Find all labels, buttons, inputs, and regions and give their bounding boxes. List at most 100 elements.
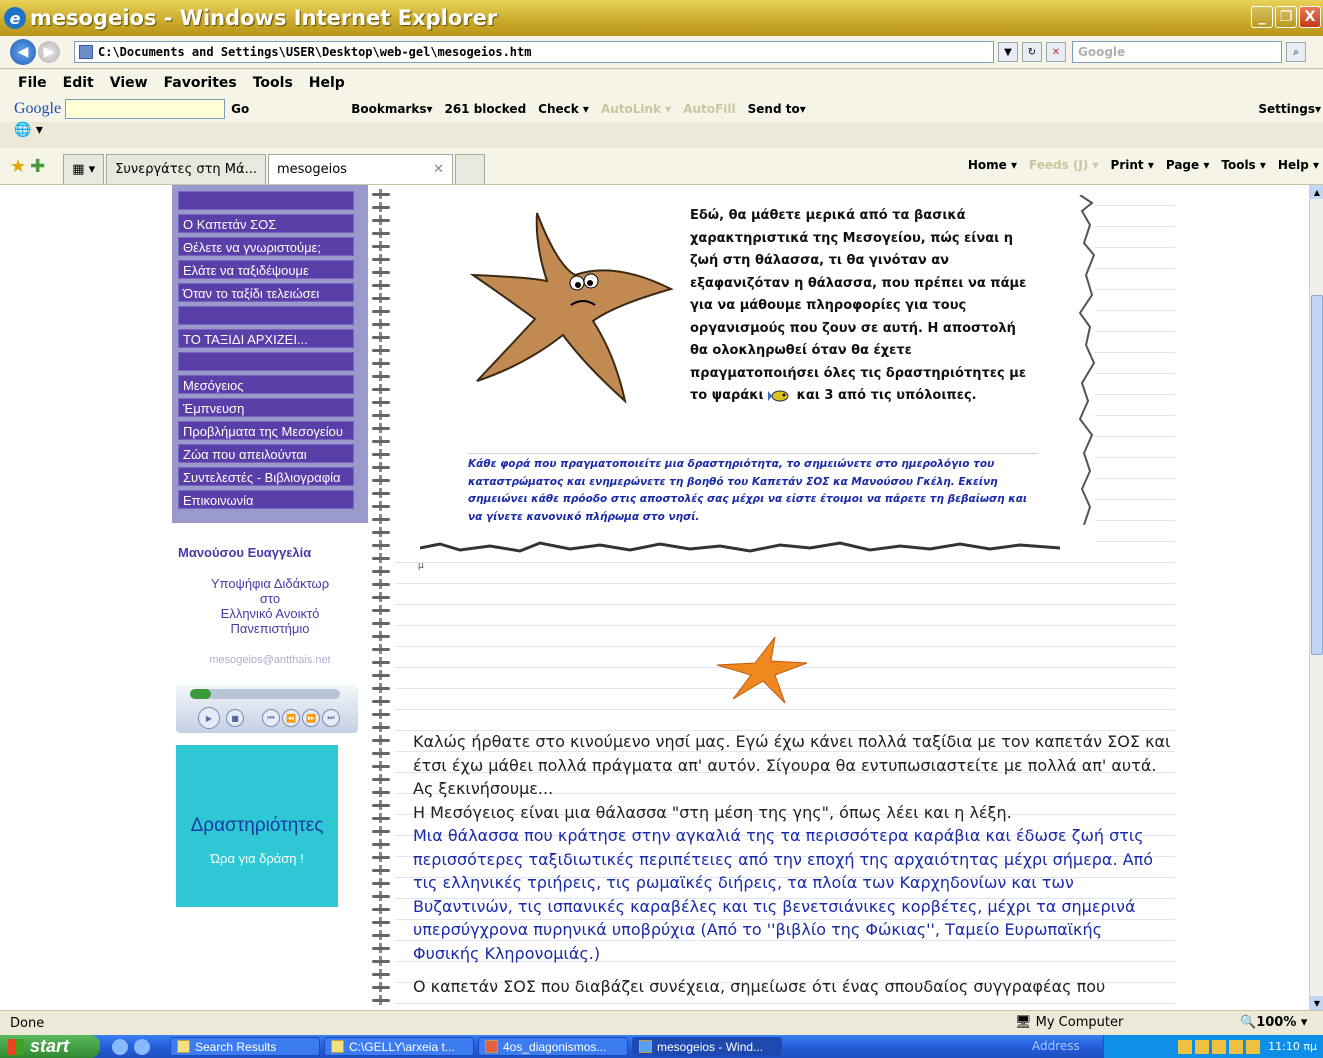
address-dropdown-button[interactable]: ▼ [998,42,1018,62]
spiral-ring [370,969,392,979]
media-player: ▶ ■ ⏮ ⏪ ⏩ ⏭ [176,685,358,733]
taskbar-button-powerpoint[interactable]: 4os_diagonismos... [478,1037,628,1056]
player-seek-fill [190,689,211,699]
forward-button[interactable]: ▶ [38,41,60,63]
favorites-star-icon[interactable]: ★ [10,156,26,177]
sidebar-menu-item[interactable]: Θέλετε να γνωριστούμε; [178,237,354,256]
close-tab-icon[interactable]: ✕ [433,162,444,177]
sidebar-menu-item[interactable]: ΤΟ ΤΑΞΙΔΙ ΑΡΧΙΖΕΙ... [178,329,354,348]
maximize-button[interactable]: ❐ [1275,6,1297,28]
activities-link-box[interactable]: Δραστηριότητες Ώρα για δράση ! [176,745,338,907]
minimize-button[interactable]: _ [1251,6,1273,28]
new-tab-button[interactable] [454,154,485,184]
help-menu-button[interactable]: Help ▾ [1278,158,1319,172]
menu-bar: File Edit View Favorites Tools Help [0,70,1323,96]
play-icon[interactable]: ▶ [198,707,220,729]
tab-partners[interactable]: Συνεργάτες στη Μά... [106,154,266,184]
prev-icon[interactable]: ⏮ [262,709,280,727]
starfish-illustration [469,212,674,404]
sidebar-menu-item[interactable]: Ο Καπετάν ΣΟΣ [178,214,354,233]
spellcheck-button[interactable]: Check ▾ [538,102,589,116]
stop-button[interactable]: ✕ [1046,42,1066,62]
sidebar-menu-item[interactable]: Συντελεστές - Βιβλιογραφία [178,467,354,486]
google-search-input[interactable] [65,99,226,119]
spiral-ring [370,423,392,433]
next-icon[interactable]: ⏭ [322,709,340,727]
settings-button[interactable]: Settings▾ [1258,102,1321,116]
author-email-link[interactable]: mesogeios@antthais.net [172,654,368,666]
sidebar-menu-item[interactable]: Μεσόγειος [178,375,354,394]
search-input[interactable]: Google [1072,41,1282,63]
author-role-line: Υποψήφια Διδάκτωρ [210,576,330,591]
popup-blocked-button[interactable]: 261 blocked [444,102,526,116]
menu-edit[interactable]: Edit [63,75,94,91]
spiral-ring [370,709,392,719]
windows-logo-icon [8,1038,24,1055]
ie-icon [639,1040,652,1053]
search-button[interactable]: ⌕ [1286,42,1306,62]
taskbar-button-ie[interactable]: mesogeios - Wind... [632,1037,782,1056]
scroll-up-icon[interactable]: ▲ [1310,185,1323,199]
rewind-icon[interactable]: ⏪ [282,709,300,727]
spiral-ring [370,189,392,199]
start-button[interactable]: start [0,1035,100,1058]
autofill-button[interactable]: AutoFill [683,102,735,116]
menu-file[interactable]: File [18,75,47,91]
bookmarks-button[interactable]: Bookmarks▾ [351,102,432,116]
stop-icon[interactable]: ■ [226,709,244,727]
spiral-ring [370,306,392,316]
print-button[interactable]: Print ▾ [1111,158,1154,172]
spiral-ring [370,540,392,550]
taskbar-button-search[interactable]: Search Results [170,1037,320,1056]
window-title: mesogeios - Windows Internet Explorer [30,6,498,30]
refresh-button[interactable]: ↻ [1022,42,1042,62]
sidebar-menu-item[interactable]: Ζώα που απειλούνται [178,444,354,463]
send-to-button[interactable]: Send to▾ [748,102,806,116]
scroll-thumb[interactable] [1311,295,1323,655]
page-icon [79,45,93,59]
feeds-button[interactable]: Feeds (J) ▾ [1029,158,1099,172]
autolink-button[interactable]: AutoLink ▾ [601,102,671,116]
menu-tools[interactable]: Tools [253,75,293,91]
spiral-ring [370,813,392,823]
address-row: ◀ ▶ C:\Documents and Settings\USER\Deskt… [0,36,1323,69]
tray-icon[interactable] [1212,1039,1227,1054]
zoom-level[interactable]: 🔍100% ▾ [1240,1015,1307,1030]
tray-icon[interactable] [1178,1039,1193,1054]
extra-toolbar-icon[interactable]: 🌐 ▾ [14,122,43,142]
window-controls: _ ❐ X [1251,6,1321,28]
menu-view[interactable]: View [110,75,148,91]
menu-favorites[interactable]: Favorites [164,75,237,91]
sidebar-menu-item[interactable]: Ελάτε να ταξιδέψουμε [178,260,354,279]
tray-icon[interactable] [1246,1039,1261,1054]
spiral-ring [370,839,392,849]
address-toolbar-label[interactable]: Address [1032,1039,1080,1053]
page-menu-button[interactable]: Page ▾ [1166,158,1210,172]
sidebar-menu-item[interactable]: Όταν το ταξίδι τελειώσει [178,283,354,302]
taskbar-button-folder[interactable]: C:\GELLY\arxeia t... [324,1037,474,1056]
desktop-icon[interactable] [112,1038,128,1055]
sidebar-menu-item[interactable]: Επικοινωνία [178,490,354,509]
back-button[interactable]: ◀ [10,39,36,65]
home-button[interactable]: Home ▾ [968,158,1017,172]
vertical-scrollbar[interactable]: ▲ ▼ [1309,185,1323,1010]
tab-mesogeios[interactable]: mesogeios ✕ [267,154,453,184]
google-go-button[interactable]: Go [231,102,249,116]
scroll-down-icon[interactable]: ▼ [1310,996,1323,1010]
fast-forward-icon[interactable]: ⏩ [302,709,320,727]
quick-tabs-button[interactable]: ▦ ▾ [63,154,105,184]
add-favorite-icon[interactable]: ✚ [30,156,45,177]
ie-quicklaunch-icon[interactable] [134,1038,150,1055]
sidebar-menu-item[interactable]: Προβλήματα της Μεσογείου [178,421,354,440]
address-field[interactable]: C:\Documents and Settings\USER\Desktop\w… [74,41,994,63]
zoom-value: 100% [1256,1015,1297,1030]
stray-character: μ [418,561,424,571]
tray-icon[interactable] [1229,1039,1244,1054]
player-seek-bar[interactable] [190,689,340,699]
menu-help[interactable]: Help [309,75,345,91]
close-button[interactable]: X [1299,6,1321,28]
spiral-ring [370,683,392,693]
tools-menu-button[interactable]: Tools ▾ [1221,158,1266,172]
sidebar-menu-item[interactable]: Έμπνευση [178,398,354,417]
tray-icon[interactable] [1195,1039,1210,1054]
